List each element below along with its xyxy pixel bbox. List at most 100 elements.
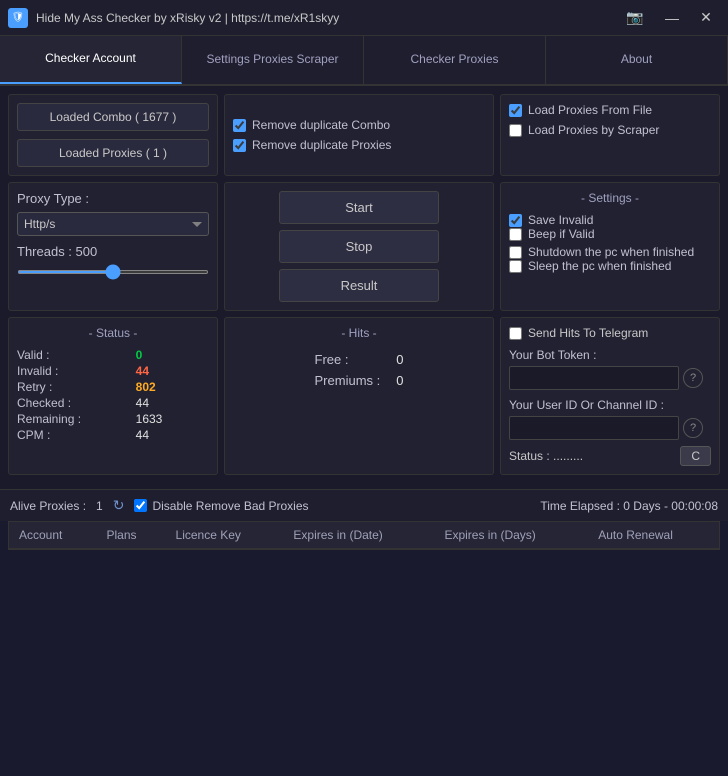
start-button[interactable]: Start — [279, 191, 439, 224]
title-bar-text: Hide My Ass Checker by xRisky v2 | https… — [36, 11, 620, 25]
threads-slider[interactable] — [17, 270, 209, 274]
disable-bad-proxies-row: Disable Remove Bad Proxies — [134, 499, 308, 513]
retry-value: 802 — [136, 380, 209, 394]
shutdown-label: Shutdown the pc when finished — [528, 245, 694, 259]
user-id-label: Your User ID Or Channel ID : — [509, 398, 711, 412]
free-label: Free : — [315, 352, 381, 367]
alive-proxies-value: 1 — [96, 499, 103, 513]
minimize-button[interactable]: — — [658, 7, 686, 29]
mid-row: Proxy Type : Http/s Socks4 Socks5 Thread… — [8, 182, 720, 311]
load-proxies-file-label: Load Proxies From File — [528, 103, 652, 117]
load-proxies-file-row: Load Proxies From File — [509, 103, 711, 117]
tab-settings-proxies-scraper[interactable]: Settings Proxies Scraper — [182, 36, 364, 84]
window-controls: — ✕ — [658, 7, 720, 29]
invalid-value: 44 — [136, 364, 209, 378]
camera-button[interactable]: 📷 — [620, 7, 650, 29]
proxy-type-select[interactable]: Http/s Socks4 Socks5 — [17, 212, 209, 236]
threads-label: Threads : 500 — [17, 244, 209, 259]
remaining-label: Remaining : — [17, 412, 128, 426]
close-button[interactable]: ✕ — [692, 7, 720, 29]
col-account: Account — [9, 522, 96, 549]
remove-duplicate-proxies-label: Remove duplicate Proxies — [252, 138, 391, 152]
valid-label: Valid : — [17, 348, 128, 362]
disable-remove-bad-proxies-checkbox[interactable] — [134, 499, 147, 512]
sleep-label: Sleep the pc when finished — [528, 259, 671, 273]
telegram-status-text: Status : ......... — [509, 449, 583, 463]
remove-duplicate-proxies-row: Remove duplicate Proxies — [233, 138, 485, 152]
tab-checker-proxies[interactable]: Checker Proxies — [364, 36, 546, 84]
result-button[interactable]: Result — [279, 269, 439, 302]
stop-button[interactable]: Stop — [279, 230, 439, 263]
beep-valid-checkbox[interactable] — [509, 228, 522, 241]
send-hits-label: Send Hits To Telegram — [528, 326, 648, 340]
col-licence-key: Licence Key — [166, 522, 284, 549]
user-id-input[interactable] — [509, 416, 679, 440]
send-hits-checkbox[interactable] — [509, 327, 522, 340]
hits-title: - Hits - — [233, 326, 485, 340]
beep-valid-row: Beep if Valid — [509, 227, 711, 241]
bot-token-label: Your Bot Token : — [509, 348, 711, 362]
invalid-label: Invalid : — [17, 364, 128, 378]
loaded-panel: Loaded Combo ( 1677 ) Loaded Proxies ( 1… — [8, 94, 218, 176]
refresh-icon[interactable]: ↻ — [113, 497, 125, 514]
remove-duplicate-combo-checkbox[interactable] — [233, 119, 246, 132]
bot-token-row: ? — [509, 366, 711, 390]
bot-token-help-icon[interactable]: ? — [683, 368, 703, 388]
telegram-status-label: Status : — [509, 449, 550, 463]
shutdown-checkbox[interactable] — [509, 246, 522, 259]
data-table: Account Plans Licence Key Expires in (Da… — [9, 522, 719, 549]
tab-checker-account[interactable]: Checker Account — [0, 36, 182, 84]
proxy-settings-panel: Proxy Type : Http/s Socks4 Socks5 Thread… — [8, 182, 218, 311]
disable-remove-bad-proxies-label: Disable Remove Bad Proxies — [152, 499, 308, 513]
load-proxies-panel: Load Proxies From File Load Proxies by S… — [500, 94, 720, 176]
premiums-value: 0 — [396, 373, 403, 388]
status-panel: - Status - Valid : 0 Invalid : 44 Retry … — [8, 317, 218, 475]
top-row: Loaded Combo ( 1677 ) Loaded Proxies ( 1… — [8, 94, 720, 176]
time-elapsed-container: Time Elapsed : 0 Days - 00:00:08 — [540, 499, 718, 513]
telegram-panel: Send Hits To Telegram Your Bot Token : ?… — [500, 317, 720, 475]
title-bar: 🛡 Hide My Ass Checker by xRisky v2 | htt… — [0, 0, 728, 36]
main-content: Loaded Combo ( 1677 ) Loaded Proxies ( 1… — [0, 86, 728, 489]
shutdown-row: Shutdown the pc when finished — [509, 245, 711, 259]
loaded-proxies-button[interactable]: Loaded Proxies ( 1 ) — [17, 139, 209, 167]
col-expires-days: Expires in (Days) — [434, 522, 588, 549]
action-panel: Start Stop Result — [224, 182, 494, 311]
nav-tabs: Checker Account Settings Proxies Scraper… — [0, 36, 728, 86]
remove-duplicate-proxies-checkbox[interactable] — [233, 139, 246, 152]
status-grid: Valid : 0 Invalid : 44 Retry : 802 Check… — [17, 348, 209, 442]
settings-panel: - Settings - Save Invalid Beep if Valid … — [500, 182, 720, 311]
valid-value: 0 — [136, 348, 209, 362]
cpm-label: CPM : — [17, 428, 128, 442]
settings-title: - Settings - — [509, 191, 711, 205]
load-proxies-file-checkbox[interactable] — [509, 104, 522, 117]
bot-token-input[interactable] — [509, 366, 679, 390]
bottom-row: - Status - Valid : 0 Invalid : 44 Retry … — [8, 317, 720, 475]
checked-value: 44 — [136, 396, 209, 410]
free-value: 0 — [396, 352, 403, 367]
remaining-value: 1633 — [136, 412, 209, 426]
tab-about[interactable]: About — [546, 36, 728, 84]
proxy-type-label: Proxy Type : — [17, 191, 209, 206]
duplicate-panel: Remove duplicate Combo Remove duplicate … — [224, 94, 494, 176]
telegram-status-row: Status : ......... C — [509, 446, 711, 466]
save-invalid-checkbox[interactable] — [509, 214, 522, 227]
time-elapsed-value: 0 Days - 00:00:08 — [623, 499, 718, 513]
clear-button[interactable]: C — [680, 446, 711, 466]
table-header: Account Plans Licence Key Expires in (Da… — [9, 522, 719, 549]
status-title: - Status - — [17, 326, 209, 340]
user-id-help-icon[interactable]: ? — [683, 418, 703, 438]
remove-duplicate-combo-row: Remove duplicate Combo — [233, 118, 485, 132]
sleep-checkbox[interactable] — [509, 260, 522, 273]
footer-bar: Alive Proxies : 1 ↻ Disable Remove Bad P… — [0, 489, 728, 521]
load-proxies-scraper-row: Load Proxies by Scraper — [509, 123, 711, 137]
save-invalid-row: Save Invalid — [509, 213, 711, 227]
checked-label: Checked : — [17, 396, 128, 410]
beep-valid-label: Beep if Valid — [528, 227, 595, 241]
load-proxies-scraper-label: Load Proxies by Scraper — [528, 123, 659, 137]
load-proxies-scraper-checkbox[interactable] — [509, 124, 522, 137]
telegram-status-value: ......... — [553, 449, 583, 463]
loaded-combo-button[interactable]: Loaded Combo ( 1677 ) — [17, 103, 209, 131]
app-icon: 🛡 — [8, 8, 28, 28]
premiums-label: Premiums : — [315, 373, 381, 388]
user-id-row: ? — [509, 416, 711, 440]
